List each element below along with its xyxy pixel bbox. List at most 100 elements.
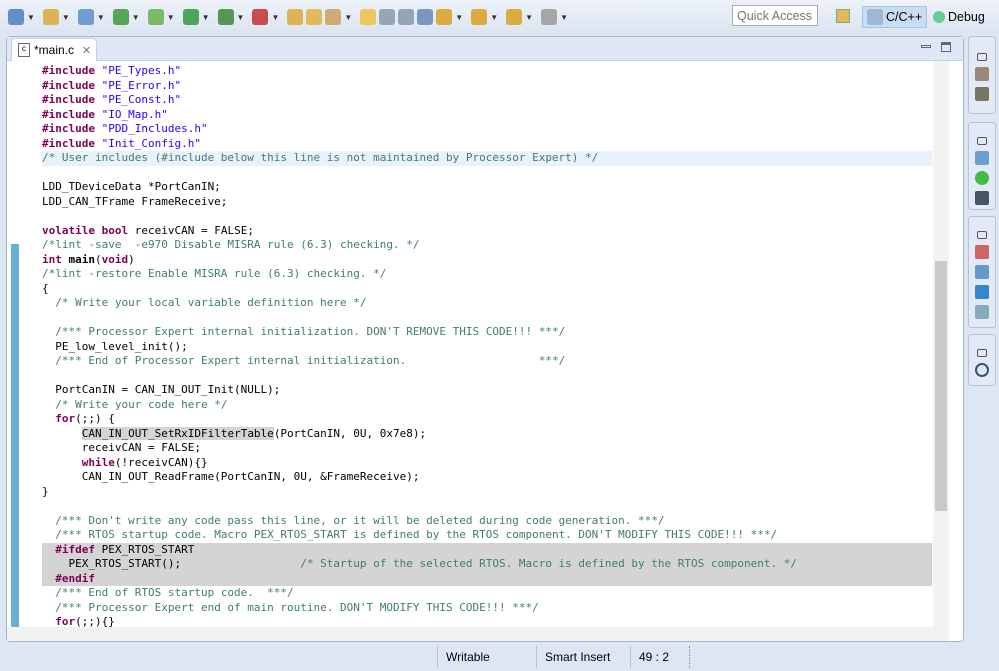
code-line[interactable]: /* Write your local variable definition … xyxy=(42,296,932,311)
code-line[interactable]: /*lint -restore Enable MISRA rule (6.3) … xyxy=(42,267,932,282)
dropdown-arrow-icon[interactable]: ▼ xyxy=(490,13,498,22)
code-line[interactable] xyxy=(42,499,932,514)
code-line[interactable]: /* User includes (#include below this li… xyxy=(42,151,932,166)
code-area[interactable]: #include "PE_Types.h" #include "PE_Error.… xyxy=(7,59,933,627)
code-line[interactable]: PEX_RTOS_START(); /* Startup of the sele… xyxy=(42,557,932,572)
restore-icon[interactable] xyxy=(977,53,987,61)
external-tools-icon[interactable] xyxy=(252,9,269,25)
code-line[interactable]: PE_low_level_init(); xyxy=(42,340,932,355)
open-perspective-icon[interactable] xyxy=(836,9,850,23)
run-icon[interactable] xyxy=(182,9,199,25)
dropdown-arrow-icon[interactable]: ▼ xyxy=(97,13,105,22)
tab-main-c[interactable]: c *main.c ✕ xyxy=(11,38,97,61)
code-line[interactable]: /*** End of Processor Expert internal in… xyxy=(42,354,932,369)
code-line[interactable]: /*lint -save -e970 Disable MISRA rule (6… xyxy=(42,238,932,253)
dropdown-arrow-icon[interactable]: ▼ xyxy=(271,13,279,22)
code-token: /* Write your code here */ xyxy=(55,397,228,411)
code-line[interactable] xyxy=(42,166,932,181)
show-whitespace-icon[interactable] xyxy=(417,9,434,25)
new-source-folder-icon[interactable] xyxy=(42,9,59,25)
code-line[interactable]: /*** Don't write any code pass this line… xyxy=(42,514,932,529)
dropdown-arrow-icon[interactable]: ▼ xyxy=(132,13,140,22)
close-icon[interactable]: ✕ xyxy=(82,44,91,57)
code-line[interactable]: #include "PE_Types.h" xyxy=(42,64,932,79)
restore-icon[interactable] xyxy=(977,231,987,239)
code-line[interactable]: #include "IO_Map.h" xyxy=(42,108,932,123)
dropdown-arrow-icon[interactable]: ▼ xyxy=(27,13,35,22)
dropdown-arrow-icon[interactable]: ▼ xyxy=(455,13,463,22)
connection-icon[interactable] xyxy=(975,67,989,81)
next-edit-icon[interactable] xyxy=(436,9,453,25)
block-selection-icon[interactable] xyxy=(398,9,415,25)
open-type-icon[interactable] xyxy=(287,9,304,25)
dropdown-arrow-icon[interactable]: ▼ xyxy=(202,13,210,22)
code-line[interactable]: /*** RTOS startup code. Macro PEX_RTOS_S… xyxy=(42,528,932,543)
code-line[interactable]: /*** End of RTOS startup code. ***/ xyxy=(42,586,932,601)
code-line[interactable]: #include "PE_Const.h" xyxy=(42,93,932,108)
dropdown-arrow-icon[interactable]: ▼ xyxy=(62,13,70,22)
outline-icon[interactable] xyxy=(975,151,989,165)
run-config-icon[interactable] xyxy=(217,9,234,25)
code-line[interactable]: #include "PE_Error.h" xyxy=(42,79,932,94)
new-c-project-icon[interactable] xyxy=(8,9,24,25)
debug-icon[interactable] xyxy=(147,9,164,25)
maximize-icon[interactable] xyxy=(941,42,951,52)
tasks-icon[interactable] xyxy=(975,265,989,279)
code-line[interactable]: { xyxy=(42,282,932,297)
horizontal-scrollbar[interactable] xyxy=(7,627,949,641)
help-icon[interactable] xyxy=(975,363,989,377)
restore-icon[interactable] xyxy=(977,349,987,357)
code-line[interactable]: int main(void) xyxy=(42,253,932,268)
problems-icon[interactable] xyxy=(975,245,989,259)
perspective-debug[interactable]: Debug xyxy=(929,6,989,28)
code-line[interactable]: volatile bool receivCAN = FALSE; xyxy=(42,224,932,239)
code-line[interactable]: CAN_IN_OUT_SetRxIDFilterTable(PortCanIN,… xyxy=(42,426,932,442)
console-icon[interactable] xyxy=(975,285,989,299)
dropdown-arrow-icon[interactable]: ▼ xyxy=(560,13,568,22)
code-line[interactable]: PortCanIN = CAN_IN_OUT_Init(NULL); xyxy=(42,383,932,398)
code-line[interactable]: for(;;){} xyxy=(42,615,932,627)
code-token: void xyxy=(101,252,129,266)
code-line[interactable] xyxy=(42,311,932,326)
toggle-mark-occurrences-icon[interactable] xyxy=(360,9,377,25)
build-icon[interactable] xyxy=(112,9,129,25)
code-line[interactable]: for(;;) { xyxy=(42,412,932,427)
properties-icon[interactable] xyxy=(975,305,989,319)
prev-edit-icon[interactable] xyxy=(471,9,488,25)
code-line[interactable]: CAN_IN_OUT_ReadFrame(PortCanIN, 0U, &Fra… xyxy=(42,470,932,485)
code-line[interactable]: receivCAN = FALSE; xyxy=(42,441,932,456)
dropdown-arrow-icon[interactable]: ▼ xyxy=(525,13,533,22)
dropdown-arrow-icon[interactable]: ▼ xyxy=(167,13,175,22)
perspective-cpp[interactable]: C/C++ xyxy=(862,6,928,28)
code-line[interactable]: LDD_TDeviceData *PortCanIN; xyxy=(42,180,932,195)
code-line[interactable]: /*** Processor Expert end of main routin… xyxy=(42,601,932,616)
dropdown-arrow-icon[interactable]: ▼ xyxy=(344,13,352,22)
code-line[interactable]: while(!receivCAN){} xyxy=(42,456,932,471)
code-line[interactable]: #include "Init_Config.h" xyxy=(42,137,932,152)
code-line[interactable] xyxy=(42,209,932,224)
ruler-icon[interactable] xyxy=(975,87,989,101)
restore-icon[interactable] xyxy=(977,137,987,145)
code-line[interactable]: LDD_CAN_TFrame FrameReceive; xyxy=(42,195,932,210)
back-icon[interactable] xyxy=(506,9,523,25)
code-line[interactable]: #endif xyxy=(42,571,932,586)
vertical-scrollbar[interactable] xyxy=(933,61,949,629)
scroll-thumb[interactable] xyxy=(935,261,947,511)
code-line[interactable] xyxy=(42,369,932,384)
code-line[interactable]: #ifdef PEX_RTOS_START xyxy=(42,542,932,557)
dropdown-arrow-icon[interactable]: ▼ xyxy=(237,13,245,22)
new-class-icon[interactable] xyxy=(77,9,94,25)
code-line[interactable]: /*** Processor Expert internal initializ… xyxy=(42,325,932,340)
search-icon[interactable] xyxy=(325,9,342,25)
forward-icon[interactable] xyxy=(541,9,558,25)
code-line[interactable]: } xyxy=(42,485,932,500)
quick-access-input[interactable] xyxy=(732,5,818,26)
code-line[interactable]: #include "PDD_Includes.h" xyxy=(42,122,932,137)
next-annotation-icon[interactable] xyxy=(379,9,396,25)
target-icon[interactable] xyxy=(975,171,989,185)
minimize-icon[interactable] xyxy=(921,45,931,48)
code-line[interactable]: /* Write your code here */ xyxy=(42,398,932,413)
open-folder-icon[interactable] xyxy=(306,9,323,25)
book-icon[interactable] xyxy=(975,191,989,205)
